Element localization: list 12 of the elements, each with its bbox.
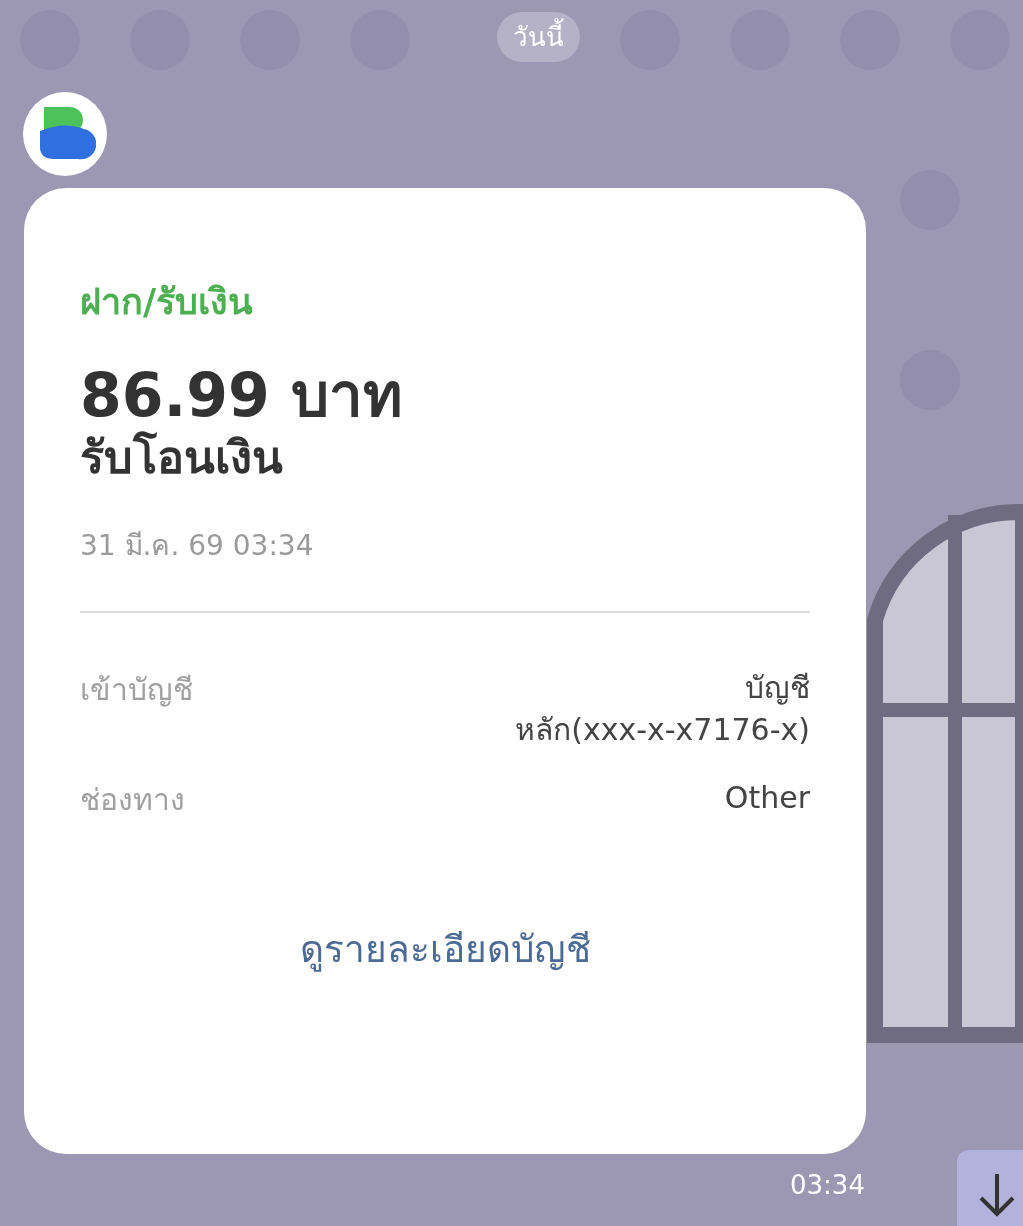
detail-value: บัญชี หลัก(xxx-x-x7176-x) [515,669,810,750]
account-details-link[interactable]: ดูรายละเอียดบัญชี [80,922,810,978]
message-time: 03:34 [790,1169,865,1202]
message-category: ฝาก/รับเงิน [80,280,255,324]
detail-value: Other [724,779,810,818]
date-chip: วันนี้ [497,12,580,62]
detail-label: เข้าบัญชี [80,671,193,710]
amount: 86.99 บาท [80,359,404,431]
down-arrow-icon [977,1172,1017,1218]
transaction-type: รับโอนเงิน [80,431,284,486]
detail-label: ช่องทาง [80,781,185,820]
transaction-datetime: 31 มี.ค. 69 03:34 [80,528,315,565]
